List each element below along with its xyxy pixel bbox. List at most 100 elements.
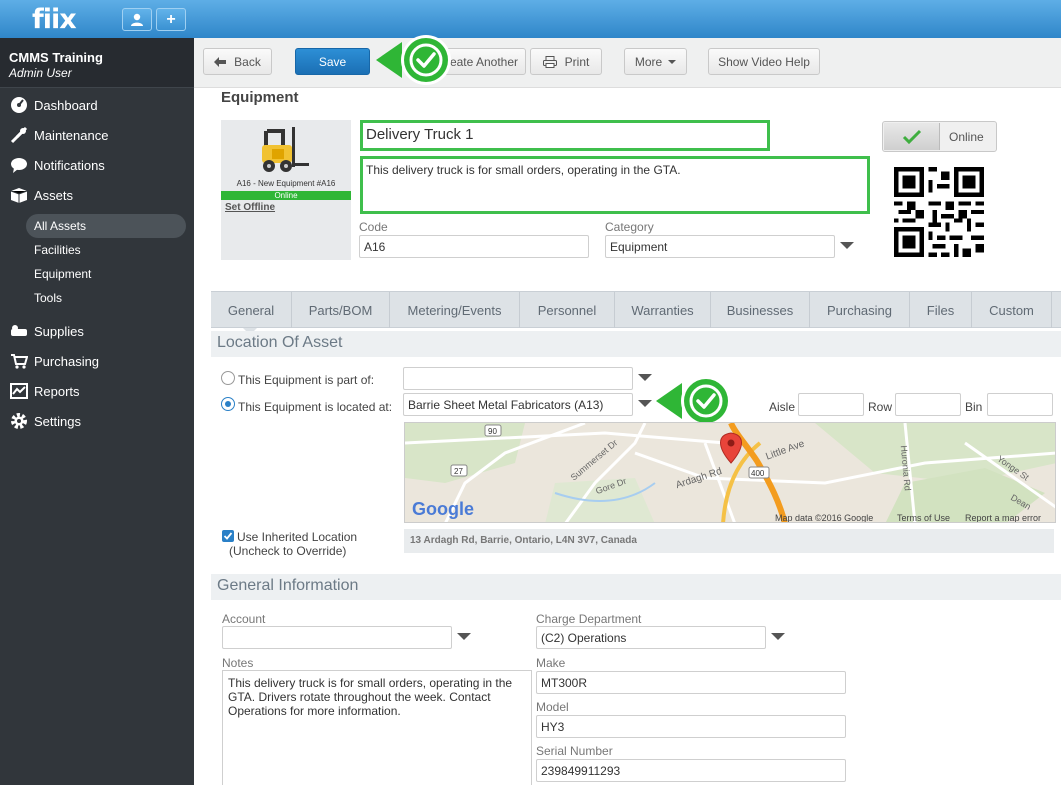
tab-general[interactable]: General	[211, 292, 292, 328]
inherited-address: 13 Ardagh Rd, Barrie, Ontario, L4N 3V7, …	[404, 529, 1054, 553]
save-button[interactable]: Save	[295, 48, 370, 75]
map-terms-link[interactable]: Terms of Use	[897, 513, 950, 522]
chat-bubble-icon	[9, 156, 28, 175]
make-input[interactable]: MT300R	[536, 671, 846, 694]
caret-down-icon	[668, 59, 677, 64]
sidebar-item-label: Purchasing	[34, 353, 100, 369]
model-input[interactable]: HY3	[536, 715, 846, 738]
aisle-input[interactable]	[798, 393, 864, 416]
google-logo: Google	[412, 499, 474, 519]
tab-label: Warranties	[631, 302, 694, 318]
forklift-icon	[262, 127, 309, 172]
asset-name-input[interactable]: Delivery Truck 1	[360, 120, 770, 151]
quick-add-button[interactable]: +	[156, 8, 186, 31]
create-another-label: eate Another	[449, 54, 518, 69]
map-shield-400: 400	[751, 469, 765, 478]
tab-metering-events[interactable]: Metering/Events	[390, 292, 520, 328]
category-select[interactable]: Equipment	[605, 235, 835, 258]
user-role: Admin User	[9, 66, 72, 80]
inherited-location-hint: (Uncheck to Override)	[229, 544, 347, 558]
main-content: Back Save eate Another Print More Show V…	[194, 35, 1061, 785]
sidebar-subitem-facilities[interactable]: Facilities	[26, 238, 186, 262]
location-section-header: Location Of Asset	[211, 331, 1061, 357]
back-button[interactable]: Back	[203, 48, 272, 75]
map-report-error-link[interactable]: Report a map error	[965, 513, 1041, 522]
category-dropdown-caret-icon[interactable]	[840, 242, 854, 249]
sidebar-item-label: Maintenance	[34, 127, 109, 143]
located-at-select[interactable]: Barrie Sheet Metal Fabricators (A13)	[403, 393, 633, 416]
set-offline-link[interactable]: Set Offline	[225, 202, 275, 213]
location-map[interactable]: 90 27 400 Summerset Dr Gore Dr Ardagh Rd…	[404, 422, 1056, 523]
part-of-dropdown-caret-icon[interactable]	[638, 374, 652, 381]
sidebar-item-settings[interactable]: Settings	[0, 408, 194, 434]
sidebar-subitem-equipment[interactable]: Equipment	[26, 262, 186, 286]
more-dropdown-button[interactable]: More	[624, 48, 687, 75]
tab-label: Purchasing	[826, 302, 893, 318]
sidebar-subitem-all-assets[interactable]: All Assets	[26, 214, 186, 238]
sidebar-item-maintenance[interactable]: Maintenance	[0, 122, 194, 148]
user-profile-button[interactable]	[122, 8, 152, 31]
gear-icon	[9, 412, 28, 431]
fiix-logo[interactable]: fiix	[32, 4, 77, 35]
bin-label: Bin	[965, 400, 983, 414]
map-graphic	[405, 423, 1055, 522]
sidebar-item-supplies[interactable]: Supplies	[0, 318, 194, 344]
make-label: Make	[536, 656, 566, 670]
part-of-label: This Equipment is part of:	[238, 373, 375, 387]
code-input[interactable]: A16	[359, 235, 589, 258]
general-info-section-header: General Information	[211, 574, 1061, 600]
code-label: Code	[359, 220, 388, 234]
charge-department-select[interactable]: (C2) Operations	[536, 626, 766, 649]
sidebar-item-notifications[interactable]: Notifications	[0, 152, 194, 178]
toolbar: Back Save eate Another Print More Show V…	[194, 38, 1061, 88]
account-dropdown-caret-icon[interactable]	[457, 633, 471, 640]
page-title: Equipment	[221, 89, 299, 106]
located-at-dropdown-caret-icon[interactable]	[638, 400, 652, 407]
qr-code-icon	[894, 167, 984, 257]
category-label: Category	[605, 220, 654, 234]
tab-label: Businesses	[726, 302, 794, 318]
located-at-radio[interactable]	[221, 397, 235, 411]
part-of-radio[interactable]	[221, 371, 235, 385]
asset-description-input[interactable]: This delivery truck is for small orders,…	[360, 156, 870, 214]
tab-businesses[interactable]: Businesses	[711, 292, 810, 328]
tab-parts-bom[interactable]: Parts/BOM	[292, 292, 390, 328]
bin-input[interactable]	[987, 393, 1053, 416]
sidebar-item-label: Dashboard	[34, 97, 98, 113]
video-help-label: Show Video Help	[718, 54, 810, 69]
sidebar-item-label: Notifications	[34, 157, 105, 173]
status-badge: Online	[221, 191, 351, 200]
map-shield-90: 90	[488, 427, 497, 436]
tab-personnel[interactable]: Personnel	[520, 292, 615, 328]
tab-warranties[interactable]: Warranties	[615, 292, 711, 328]
account-select[interactable]	[222, 626, 452, 649]
serial-number-input[interactable]: 239849911293	[536, 759, 846, 782]
use-inherited-location-checkbox[interactable]	[222, 530, 234, 542]
sidebar-item-reports[interactable]: Reports	[0, 378, 194, 404]
charge-department-label: Charge Department	[536, 612, 642, 626]
sidebar-subitem-tools[interactable]: Tools	[26, 286, 186, 310]
supplies-icon	[9, 322, 28, 341]
tab-custom[interactable]: Custom	[972, 292, 1052, 328]
row-input[interactable]	[895, 393, 961, 416]
tab-label: Personnel	[537, 302, 597, 318]
sidebar-item-label: Assets	[34, 187, 74, 203]
part-of-select[interactable]	[403, 367, 633, 390]
notes-textarea[interactable]: This delivery truck is for small orders,…	[222, 670, 532, 785]
serial-number-label: Serial Number	[536, 744, 613, 758]
model-label: Model	[536, 700, 569, 714]
tab-files[interactable]: Files	[910, 292, 972, 328]
back-label: Back	[234, 54, 261, 69]
sidebar-item-purchasing[interactable]: Purchasing	[0, 348, 194, 374]
tab-purchasing[interactable]: Purchasing	[810, 292, 910, 328]
sidebar-item-dashboard[interactable]: Dashboard	[0, 92, 194, 118]
print-label: Print	[564, 54, 590, 69]
sidebar-item-assets[interactable]: Assets	[0, 182, 194, 208]
checkmark-icon	[902, 129, 921, 144]
online-toggle[interactable]: Online	[882, 121, 997, 152]
print-button[interactable]: Print	[530, 48, 602, 75]
show-video-help-button[interactable]: Show Video Help	[708, 48, 820, 75]
notes-label: Notes	[222, 656, 254, 670]
sidebar-subitem-label: All Assets	[34, 219, 87, 233]
charge-department-caret-icon[interactable]	[771, 633, 785, 640]
